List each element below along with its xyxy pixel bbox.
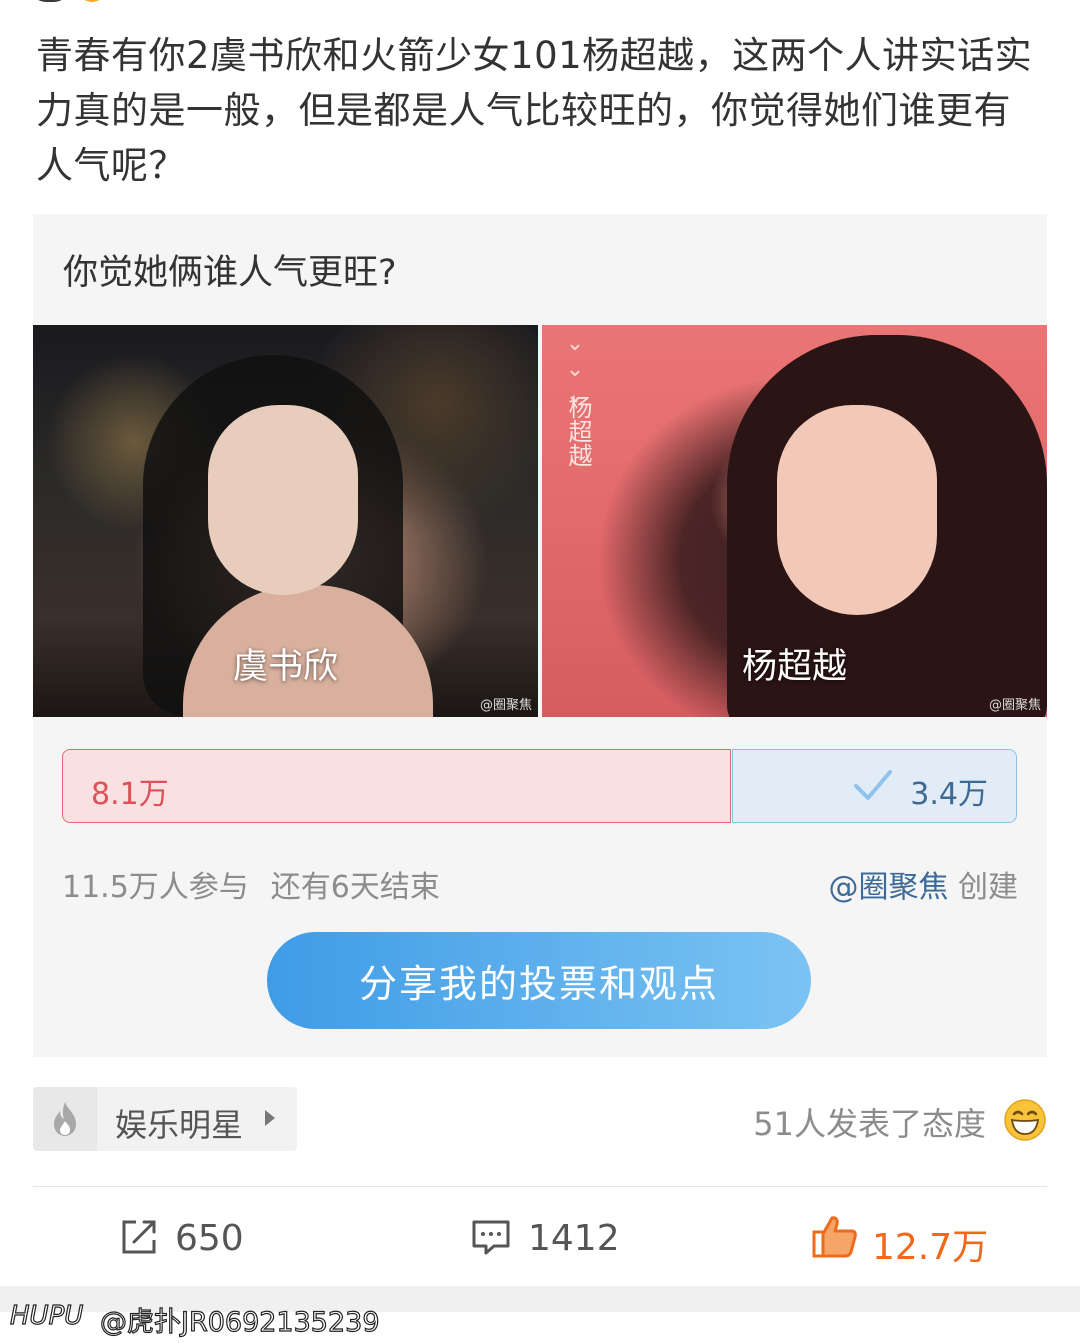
post-text: 青春有你2虞书欣和火箭少女101杨超越，这两个人讲实话实力真的是一般，但是都是人… bbox=[36, 34, 1033, 187]
vote-count-right: 3.4万 bbox=[910, 777, 988, 812]
hupu-logo: HUPU bbox=[9, 1300, 84, 1331]
repost-count: 650 bbox=[175, 1218, 244, 1259]
vote-bar-left[interactable]: 8.1万 bbox=[62, 749, 731, 823]
topic-icon-box bbox=[33, 1087, 97, 1151]
candidate-right-photo[interactable]: ⌄ ⌄ ⌄ 杨超越 杨超越 @圈聚焦 bbox=[542, 325, 1047, 717]
hupu-user-watermark: @虎扑JR0692135239 bbox=[99, 1306, 380, 1338]
attitude-count[interactable]: 51人发表了态度 bbox=[753, 1099, 986, 1145]
vote-question: 你觉她俩谁人气更旺? bbox=[63, 253, 397, 293]
divider bbox=[33, 1186, 1047, 1187]
photo-watermark: @圈聚焦 bbox=[479, 698, 532, 713]
vote-count-left: 8.1万 bbox=[91, 777, 169, 812]
candidate-right-side-text: 杨超越 bbox=[564, 395, 592, 467]
thumbs-up-icon bbox=[812, 1216, 857, 1258]
comment-count: 1412 bbox=[528, 1218, 620, 1259]
chevron-right-icon bbox=[265, 1110, 275, 1126]
candidate-left-name: 虞书欣 bbox=[232, 647, 338, 687]
share-vote-button[interactable]: 分享我的投票和观点 bbox=[267, 932, 811, 1029]
topic-chip[interactable]: 娱乐明星 bbox=[33, 1087, 297, 1151]
vote-bar-right[interactable]: 3.4万 bbox=[732, 749, 1017, 823]
topic-label: 娱乐明星 bbox=[115, 1106, 244, 1144]
participant-count: 11.5万人参与 bbox=[62, 870, 249, 905]
photo-watermark: @圈聚焦 bbox=[988, 698, 1041, 713]
candidate-right-name: 杨超越 bbox=[741, 647, 847, 687]
check-icon bbox=[854, 770, 892, 800]
vote-card: 你觉她俩谁人气更旺? 虞书欣 @圈聚焦 ⌄ ⌄ ⌄ 杨超越 杨超越 @圈聚焦 8.1… bbox=[33, 214, 1047, 1057]
comment-icon bbox=[472, 1220, 510, 1255]
time-remaining: 还有6天结束 bbox=[270, 870, 440, 905]
creator-link[interactable]: @圈聚焦 bbox=[828, 870, 948, 905]
creator-suffix: 创建 bbox=[958, 870, 1018, 905]
repost-icon bbox=[122, 1220, 156, 1254]
vote-result-bar: 8.1万 3.4万 bbox=[62, 749, 1017, 823]
grinning-emoji-icon[interactable] bbox=[1003, 1098, 1047, 1142]
candidate-left-photo[interactable]: 虞书欣 @圈聚焦 bbox=[33, 325, 538, 717]
fire-icon bbox=[54, 1102, 76, 1136]
like-count: 12.7万 bbox=[872, 1227, 989, 1268]
previous-avatar-peek bbox=[30, 0, 110, 4]
vote-creator: @圈聚焦 创建 bbox=[828, 862, 1018, 906]
vote-meta: 11.5万人参与 还有6天结束 bbox=[62, 862, 440, 906]
